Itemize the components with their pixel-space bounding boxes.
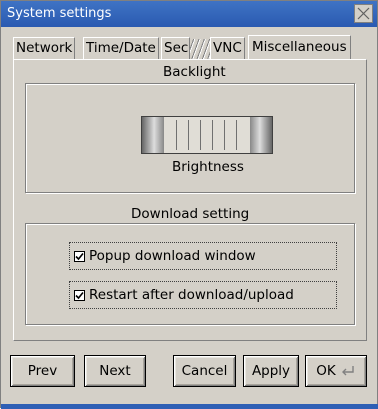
apply-button-label: Apply [251, 363, 291, 379]
ok-button[interactable]: OK [305, 355, 367, 387]
system-settings-window: System settings Network Time/Date Sec VN… [0, 0, 378, 409]
restart-after-download-label: Restart after download/upload [89, 287, 294, 303]
ok-button-label: OK [316, 363, 336, 379]
prev-button[interactable]: Prev [10, 355, 75, 387]
apply-button[interactable]: Apply [243, 355, 299, 387]
slider-tick [212, 120, 213, 150]
cancel-button-label: Cancel [181, 363, 228, 379]
popup-download-checkbox[interactable] [74, 251, 85, 262]
brightness-slider[interactable] [141, 116, 273, 154]
tab-security[interactable]: Sec [161, 37, 190, 59]
title-bar: System settings [1, 1, 377, 27]
next-button[interactable]: Next [84, 355, 146, 387]
restart-after-download-checkbox[interactable] [74, 290, 85, 301]
close-icon [357, 7, 370, 20]
close-button[interactable] [354, 4, 373, 23]
window-title: System settings [7, 6, 112, 21]
slider-tick [176, 120, 177, 150]
download-setting-group [25, 223, 355, 325]
prev-button-label: Prev [27, 363, 58, 379]
slider-left-handle[interactable] [142, 117, 164, 153]
tab-network[interactable]: Network [13, 37, 76, 59]
next-button-label: Next [99, 363, 131, 379]
cancel-button[interactable]: Cancel [173, 355, 236, 387]
slider-tick [188, 120, 189, 150]
slider-tick [200, 120, 201, 150]
checkmark-icon [75, 291, 84, 300]
tab-time-date-label: Time/Date [86, 40, 156, 56]
tab-vnc-label: VNC [213, 40, 242, 56]
tab-miscellaneous[interactable]: Miscellaneous [248, 35, 351, 59]
tab-miscellaneous-label: Miscellaneous [252, 39, 347, 55]
brightness-label: Brightness [172, 159, 244, 175]
backlight-title: Backlight [161, 64, 228, 80]
slider-tick [224, 120, 225, 150]
popup-download-window-option[interactable]: Popup download window [69, 242, 337, 270]
tab-network-label: Network [16, 40, 73, 56]
enter-icon [341, 366, 354, 376]
taskbar-strip [1, 404, 378, 409]
download-setting-title: Download setting [129, 206, 252, 222]
checkmark-icon [75, 252, 84, 261]
slider-tick [236, 120, 237, 150]
restart-after-download-option[interactable]: Restart after download/upload [69, 281, 337, 309]
tab-scroll-divider [190, 39, 210, 59]
tab-security-label: Sec [164, 40, 189, 56]
popup-download-label: Popup download window [89, 248, 256, 264]
tab-vnc[interactable]: VNC [210, 37, 245, 59]
tab-time-date[interactable]: Time/Date [83, 37, 159, 59]
slider-right-handle[interactable] [250, 117, 272, 153]
